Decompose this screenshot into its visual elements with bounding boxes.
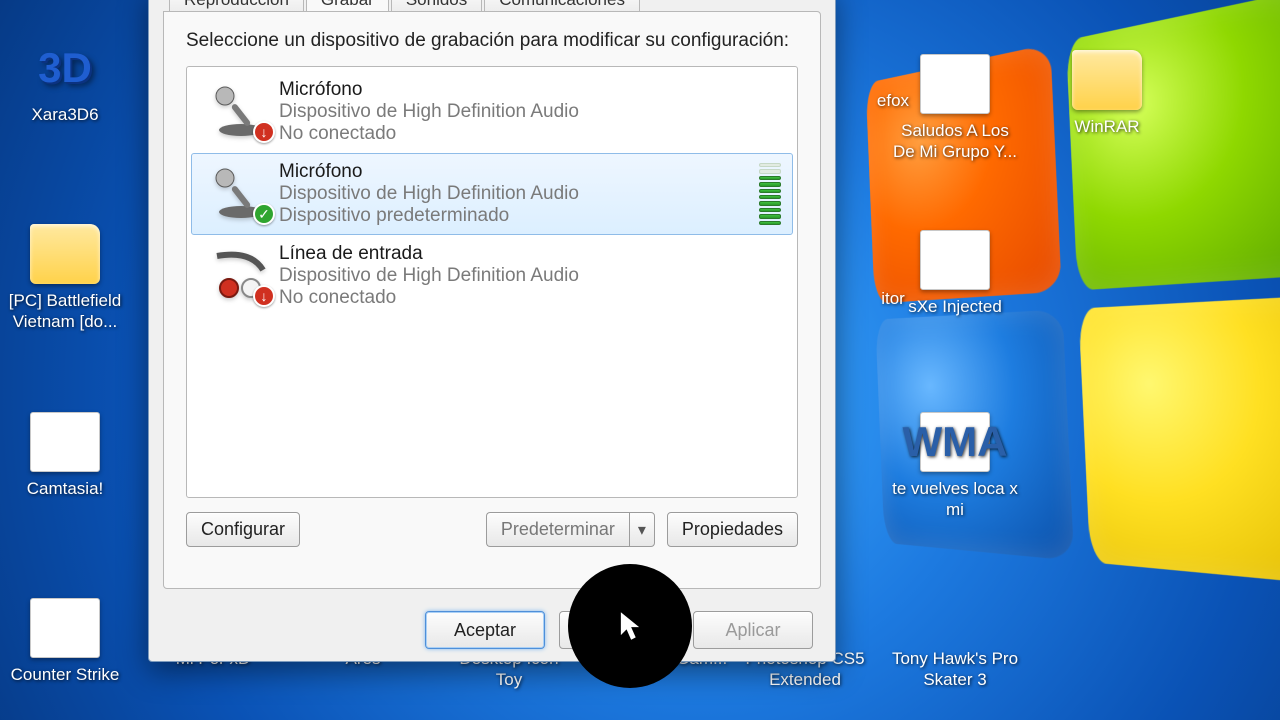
app-icon: 3D bbox=[30, 38, 100, 98]
device-subtitle: Dispositivo de High Definition Audio bbox=[279, 265, 781, 287]
mic-icon: ↓ bbox=[203, 79, 279, 145]
device-status: No conectado bbox=[279, 123, 781, 145]
device-name: Línea de entrada bbox=[279, 243, 781, 265]
desktop-icon-counterstrike[interactable]: Counter Strike bbox=[0, 598, 130, 685]
device-subtitle: Dispositivo de High Definition Audio bbox=[279, 183, 751, 205]
set-default-label: Predeterminar bbox=[486, 512, 629, 547]
level-meter bbox=[759, 163, 781, 225]
device-row[interactable]: ↓ Micrófono Dispositivo de High Definiti… bbox=[191, 71, 793, 153]
instruction-text: Seleccione un dispositivo de grabación p… bbox=[186, 30, 798, 52]
dialog-ok-row: Aceptar Cancelar Aplicar bbox=[149, 599, 835, 661]
desktop-icon-camtasia[interactable]: Camtasia! bbox=[0, 412, 130, 499]
ok-button[interactable]: Aceptar bbox=[425, 611, 545, 649]
desktop-icon-battlefield[interactable]: [PC] Battlefield Vietnam [do... bbox=[0, 224, 130, 333]
set-default-dropdown[interactable]: Predeterminar ▾ bbox=[486, 512, 655, 547]
sound-dialog: Reproducción Grabar Sonidos Comunicacion… bbox=[148, 0, 836, 662]
device-name: Micrófono bbox=[279, 161, 751, 183]
line-icon: ↓ bbox=[203, 243, 279, 309]
desktop-icon-winrar[interactable]: WinRAR bbox=[1042, 50, 1172, 137]
status-ok-icon: ✓ bbox=[253, 203, 275, 225]
device-status: No conectado bbox=[279, 287, 781, 309]
file-icon bbox=[920, 54, 990, 114]
icon-label: Camtasia! bbox=[0, 478, 130, 499]
icon-label: [PC] Battlefield Vietnam [do... bbox=[0, 290, 130, 333]
file-icon bbox=[920, 230, 990, 290]
recording-panel: Seleccione un dispositivo de grabación p… bbox=[163, 11, 821, 589]
device-list[interactable]: ↓ Micrófono Dispositivo de High Definiti… bbox=[186, 66, 798, 498]
cursor-highlight bbox=[568, 564, 692, 688]
icon-label: WinRAR bbox=[1042, 116, 1172, 137]
icon-label: te vuelves loca x mi bbox=[890, 478, 1020, 521]
icon-label: Counter Strike bbox=[0, 664, 130, 685]
status-disconnected-icon: ↓ bbox=[253, 285, 275, 307]
device-row[interactable]: ↓ Línea de entrada Dispositivo de High D… bbox=[191, 235, 793, 317]
folder-icon bbox=[30, 224, 100, 284]
apply-button[interactable]: Aplicar bbox=[693, 611, 813, 649]
desktop-icon-sxe[interactable]: sXe Injected bbox=[890, 230, 1020, 317]
desktop-icon-xara3d[interactable]: 3D Xara3D6 bbox=[0, 38, 130, 125]
properties-button[interactable]: Propiedades bbox=[667, 512, 798, 547]
file-icon: WMA bbox=[920, 412, 990, 472]
device-row[interactable]: ✓ Micrófono Dispositivo de High Definiti… bbox=[191, 153, 793, 235]
cursor-icon bbox=[617, 610, 643, 642]
desktop-icon-wma[interactable]: WMA te vuelves loca x mi bbox=[890, 412, 1020, 521]
desktop-icon-tonyhawk[interactable]: Tony Hawk's Pro Skater 3 bbox=[890, 648, 1020, 691]
icon-label: Xara3D6 bbox=[0, 104, 130, 125]
device-status: Dispositivo predeterminado bbox=[279, 205, 751, 227]
icon-label: Saludos A Los De Mi Grupo Y... bbox=[890, 120, 1020, 163]
file-icon bbox=[30, 598, 100, 658]
device-name: Micrófono bbox=[279, 79, 781, 101]
mic-icon: ✓ bbox=[203, 161, 279, 227]
configure-button[interactable]: Configurar bbox=[186, 512, 300, 547]
status-disconnected-icon: ↓ bbox=[253, 121, 275, 143]
desktop-icon-saludos[interactable]: Saludos A Los De Mi Grupo Y... bbox=[890, 54, 1020, 163]
icon-label: Tony Hawk's Pro Skater 3 bbox=[890, 648, 1020, 691]
chevron-down-icon[interactable]: ▾ bbox=[629, 512, 655, 547]
icon-label: sXe Injected bbox=[890, 296, 1020, 317]
folder-icon bbox=[1072, 50, 1142, 110]
device-subtitle: Dispositivo de High Definition Audio bbox=[279, 101, 781, 123]
file-icon bbox=[30, 412, 100, 472]
